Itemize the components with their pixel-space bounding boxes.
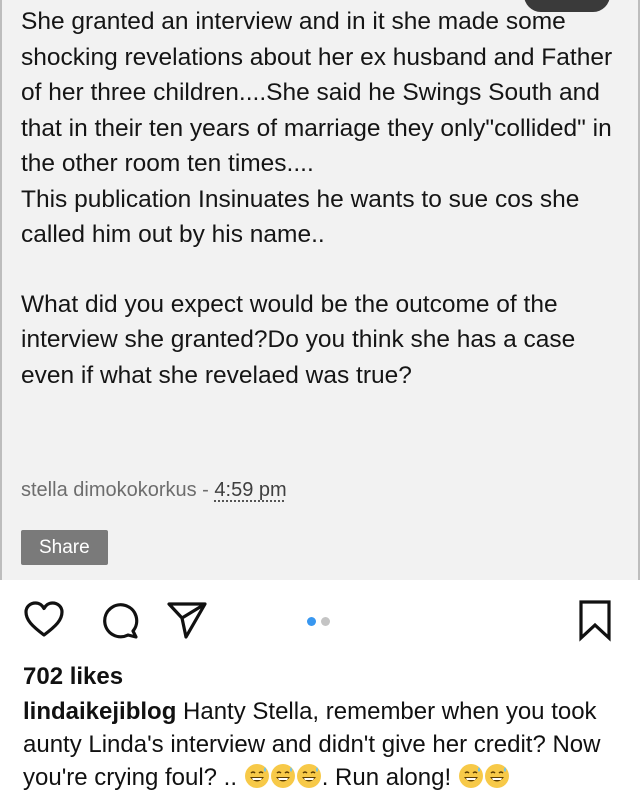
grinning-sweat-emoji-icon	[296, 763, 322, 798]
byline-separator: -	[196, 479, 215, 501]
caption: lindaikejiblog Hanty Stella, remember wh…	[23, 695, 623, 798]
post-paragraph-1: She granted an interview and in it she m…	[21, 8, 613, 177]
action-bar	[0, 590, 640, 650]
caption-text-part-2: . Run along!	[321, 764, 458, 791]
grinning-sweat-emoji-icon	[270, 763, 296, 798]
post-paragraph-2: This publication Insinuates he wants to …	[21, 185, 580, 249]
grinning-sweat-emoji-icon	[458, 763, 484, 798]
bookmark-outline-icon[interactable]	[573, 598, 617, 642]
byline: stella dimokokorkus - 4:59 pm	[21, 479, 287, 502]
heart-outline-icon[interactable]	[22, 598, 66, 642]
likes-count[interactable]: 702 likes	[23, 663, 123, 691]
share-button[interactable]: Share	[21, 530, 108, 565]
carousel-indicator	[307, 613, 335, 631]
author-name: stella dimokokorkus	[21, 479, 197, 501]
grinning-sweat-emoji-icon	[244, 763, 270, 798]
caption-username[interactable]: lindaikejiblog	[23, 698, 176, 725]
post-card: She granted an interview and in it she m…	[0, 0, 640, 580]
post-body: She granted an interview and in it she m…	[21, 4, 621, 393]
carousel-dot-active	[307, 617, 316, 626]
paper-plane-icon[interactable]	[164, 598, 208, 642]
carousel-dot-inactive	[321, 617, 330, 626]
grinning-sweat-emoji-icon	[484, 763, 510, 798]
comment-bubble-icon[interactable]	[97, 598, 141, 642]
post-time-link[interactable]: 4:59 pm	[214, 479, 286, 501]
post-paragraph-3: What did you expect would be the outcome…	[21, 290, 576, 389]
